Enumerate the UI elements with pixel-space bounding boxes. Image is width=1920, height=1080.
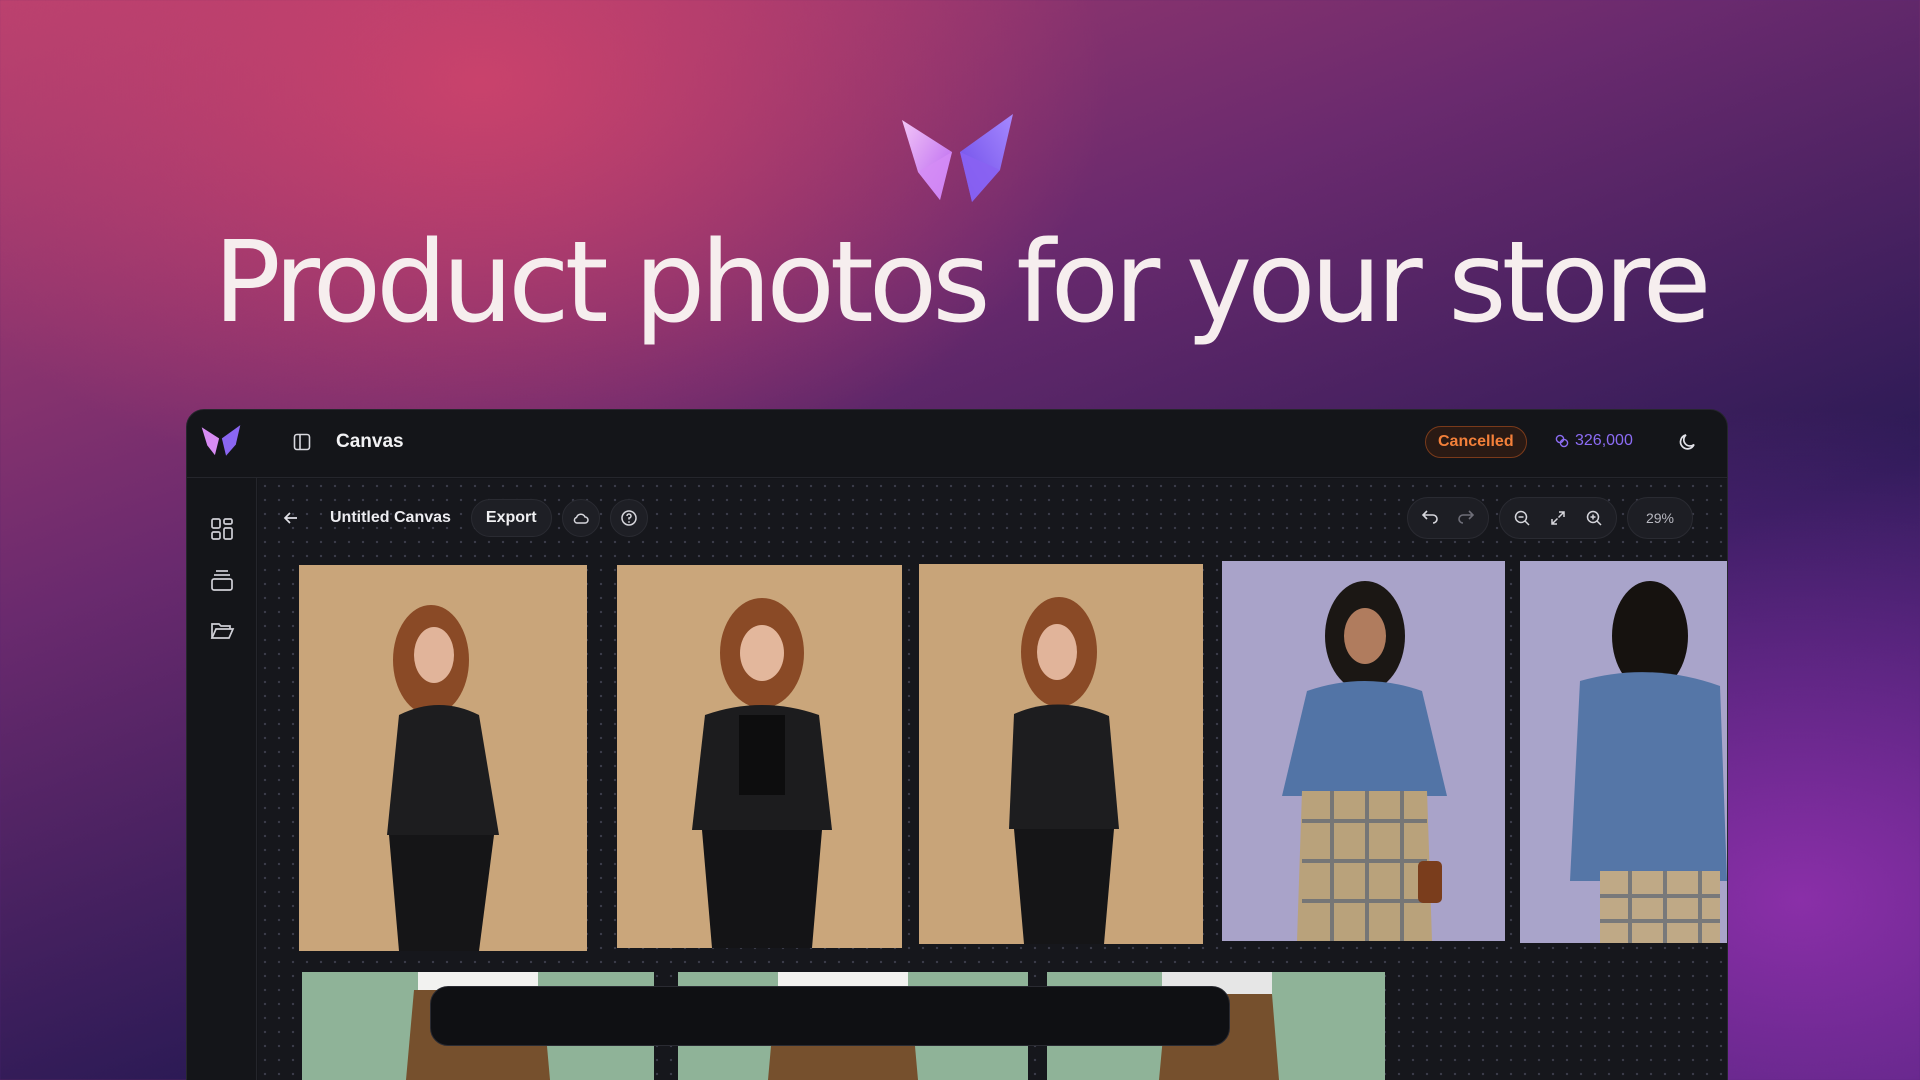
top-bar: Canvas Cancelled 326,000 — [187, 410, 1727, 478]
expand-icon — [1551, 511, 1565, 525]
credits-value: 326,000 — [1575, 432, 1633, 449]
coins-icon — [1555, 434, 1569, 448]
canvas-toolbar-right: 29% — [1406, 497, 1693, 539]
redo-button[interactable] — [1452, 504, 1480, 532]
status-badge: Cancelled — [1425, 426, 1527, 458]
help-circle-icon — [620, 510, 637, 526]
sidebar — [187, 478, 257, 1080]
bottom-prompt-panel[interactable] — [430, 986, 1230, 1046]
zoom-level-pill[interactable]: 29% — [1626, 497, 1693, 539]
zoom-level: 29% — [1645, 510, 1674, 526]
moon-icon[interactable] — [1677, 431, 1699, 453]
canvas-toolbar-left: Untitled Canvas Export — [272, 499, 648, 537]
back-button[interactable] — [272, 499, 310, 537]
zoom-controls — [1498, 497, 1617, 539]
product-photo[interactable] — [919, 564, 1203, 944]
credits-counter[interactable]: 326,000 — [1555, 432, 1633, 450]
product-photo[interactable] — [1520, 561, 1727, 943]
sidebar-toggle-icon[interactable] — [293, 433, 311, 451]
zoom-in-button[interactable] — [1580, 504, 1608, 532]
folder-open-icon[interactable] — [209, 618, 235, 644]
zoom-in-icon — [1586, 510, 1602, 526]
help-button[interactable] — [609, 499, 648, 537]
arrow-left-icon — [283, 512, 297, 524]
layers-icon[interactable] — [209, 567, 235, 593]
hero-headline: Product photos for your store — [213, 218, 1711, 348]
canvas-name[interactable]: Untitled Canvas — [320, 509, 461, 527]
butterfly-logo-icon[interactable] — [201, 424, 241, 458]
redo-icon — [1458, 510, 1475, 524]
butterfly-logo-icon — [902, 114, 1013, 202]
dashboard-grid-icon[interactable] — [209, 516, 235, 542]
undo-icon — [1421, 510, 1438, 524]
product-photo[interactable] — [1222, 561, 1505, 941]
fit-to-screen-button[interactable] — [1544, 504, 1572, 532]
cloud-button[interactable] — [561, 499, 600, 537]
zoom-out-button[interactable] — [1508, 504, 1536, 532]
undo-button[interactable] — [1416, 504, 1444, 532]
product-photo[interactable] — [299, 565, 587, 951]
export-button[interactable]: Export — [470, 499, 552, 537]
zoom-out-icon — [1514, 510, 1530, 526]
product-photo[interactable] — [617, 565, 902, 948]
history-controls — [1406, 497, 1489, 539]
cloud-icon — [573, 513, 589, 524]
app-title: Canvas — [336, 431, 404, 452]
